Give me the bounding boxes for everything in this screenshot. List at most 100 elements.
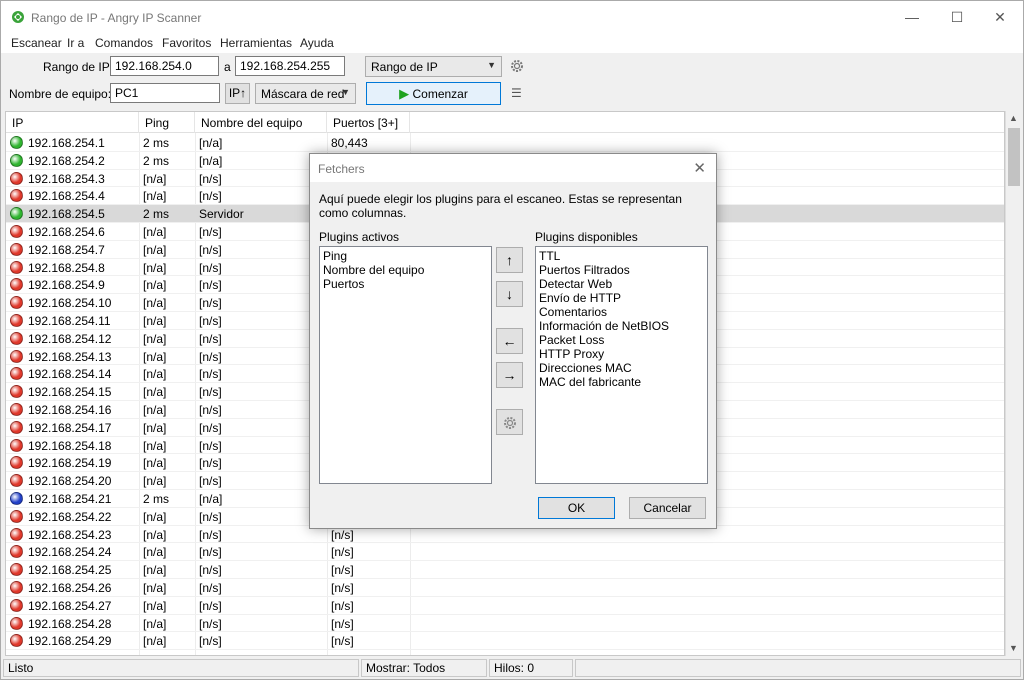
move-down-button[interactable]: ↓ — [496, 281, 523, 307]
hostname-cell: [n/a] — [199, 491, 223, 506]
host-status-icon — [10, 207, 23, 221]
menu-herramientas[interactable]: Herramientas — [220, 36, 292, 50]
ping-cell: [n/a] — [143, 367, 167, 382]
ping-cell: [n/a] — [143, 563, 167, 578]
gear-icon[interactable] — [509, 58, 525, 74]
list-item[interactable]: HTTP Proxy — [539, 347, 704, 361]
menu-escanear[interactable]: Escanear — [11, 36, 62, 50]
hostname-cell: [n/s] — [199, 278, 222, 293]
menu-ir-a[interactable]: Ir a — [67, 36, 84, 50]
plugin-settings-button[interactable] — [496, 409, 523, 435]
close-icon[interactable]: ✕ — [693, 159, 706, 177]
table-row[interactable]: 192.168.254.27 [n/a] [n/s] [n/s] — [6, 597, 1004, 615]
host-status-icon — [10, 474, 23, 488]
hostname-cell: [n/s] — [199, 509, 222, 524]
host-status-icon — [10, 527, 23, 541]
ping-cell: [n/a] — [143, 278, 167, 293]
maximize-button[interactable]: ☐ — [934, 1, 980, 33]
ping-cell: [n/a] — [143, 420, 167, 435]
app-logo-icon — [12, 11, 24, 23]
list-item[interactable]: MAC del fabricante — [539, 375, 704, 389]
ping-cell: [n/a] — [143, 456, 167, 471]
host-status-icon — [10, 189, 23, 203]
column-header-ports[interactable]: Puertos [3+] — [327, 112, 410, 133]
active-plugins-list[interactable]: Ping Nombre del equipo Puertos — [319, 246, 492, 484]
hostname-cell: [n/s] — [199, 420, 222, 435]
column-header-ip[interactable]: IP — [6, 112, 139, 133]
range-to-label: a — [224, 60, 231, 74]
cancel-button[interactable]: Cancelar — [629, 497, 706, 519]
menu-ayuda[interactable]: Ayuda — [300, 36, 334, 50]
start-scan-button[interactable]: ▶ Comenzar — [366, 82, 501, 105]
host-status-icon — [10, 438, 23, 452]
column-header-hostname[interactable]: Nombre del equipo — [195, 112, 327, 133]
active-plugins-label: Plugins activos — [319, 230, 400, 244]
status-bar: Listo Mostrar: Todos Hilos: 0 — [1, 657, 1023, 679]
close-button[interactable]: ✕ — [977, 1, 1023, 33]
list-item[interactable]: Detectar Web — [539, 277, 704, 291]
ip-cell: 192.168.254.24 — [28, 545, 112, 560]
ip-cell: 192.168.254.29 — [28, 634, 112, 649]
hostname-input[interactable]: PC1 — [110, 83, 220, 103]
list-item[interactable]: Puertos — [323, 277, 488, 291]
ping-cell: [n/a] — [143, 402, 167, 417]
list-item[interactable]: Direcciones MAC — [539, 361, 704, 375]
table-row[interactable]: 192.168.254.24 [n/a] [n/s] [n/s] — [6, 543, 1004, 562]
host-status-icon — [10, 563, 23, 577]
list-item[interactable]: Ping — [323, 249, 488, 263]
ip-cell: 192.168.254.4 — [28, 189, 105, 204]
ports-cell: [n/s] — [331, 580, 354, 595]
hostname-cell: [n/s] — [199, 313, 222, 328]
host-status-icon — [10, 242, 23, 256]
menu-comandos[interactable]: Comandos — [95, 36, 153, 50]
list-item[interactable]: Puertos Filtrados — [539, 263, 704, 277]
play-icon: ▶ — [399, 86, 410, 101]
scroll-down-icon[interactable]: ▼ — [1009, 643, 1018, 653]
list-item[interactable]: TTL — [539, 249, 704, 263]
ip-up-button[interactable]: IP↑ — [225, 83, 250, 104]
host-status-icon — [10, 634, 23, 648]
vertical-scrollbar[interactable]: ▲ ▼ — [1005, 111, 1021, 656]
list-item[interactable]: Nombre del equipo — [323, 263, 488, 277]
list-item[interactable]: Envío de HTTP — [539, 291, 704, 305]
host-status-icon — [10, 385, 23, 399]
scrollbar-thumb[interactable] — [1008, 128, 1020, 186]
minimize-button[interactable]: — — [889, 1, 935, 33]
columns-list-icon[interactable]: ☰ — [511, 86, 522, 100]
remove-plugin-button[interactable]: → — [496, 362, 523, 388]
ip-from-input[interactable]: 192.168.254.0 — [110, 56, 219, 76]
move-up-button[interactable]: ↑ — [496, 247, 523, 273]
menu-favoritos[interactable]: Favoritos — [162, 36, 211, 50]
table-row[interactable]: 192.168.254.26 [n/a] [n/s] [n/s] — [6, 579, 1004, 597]
host-status-icon — [10, 331, 23, 345]
hostname-cell: [n/s] — [199, 438, 222, 453]
ping-cell: [n/a] — [143, 189, 167, 204]
feeder-select[interactable]: Rango de IP ▼ — [365, 56, 502, 77]
list-item[interactable]: Información de NetBIOS — [539, 319, 704, 333]
table-row[interactable]: 192.168.254.1 2 ms [n/a] 80,443 — [6, 134, 1004, 152]
host-status-icon — [10, 136, 23, 149]
scroll-up-icon[interactable]: ▲ — [1009, 113, 1018, 123]
netmask-select[interactable]: Máscara de red ▼ — [255, 83, 356, 104]
fetchers-dialog: Fetchers ✕ Aquí puede elegir los plugins… — [309, 153, 717, 529]
ping-cell: [n/a] — [143, 474, 167, 489]
list-item[interactable]: Comentarios — [539, 305, 704, 319]
ports-cell: [n/s] — [331, 616, 354, 631]
hostname-cell: [n/s] — [199, 171, 222, 186]
list-item[interactable]: Packet Loss — [539, 333, 704, 347]
hostname-cell: [n/s] — [199, 402, 222, 417]
ping-cell: [n/a] — [143, 331, 167, 346]
add-plugin-button[interactable]: ← — [496, 328, 523, 354]
column-header-ping[interactable]: Ping — [139, 112, 195, 133]
ok-button[interactable]: OK — [538, 497, 615, 519]
hostname-cell: [n/s] — [199, 224, 222, 239]
ip-cell: 192.168.254.8 — [28, 260, 105, 275]
table-row[interactable]: 192.168.254.25 [n/a] [n/s] [n/s] — [6, 561, 1004, 579]
ping-cell: [n/a] — [143, 438, 167, 453]
ip-to-input[interactable]: 192.168.254.255 — [235, 56, 345, 76]
available-plugins-list[interactable]: TTL Puertos Filtrados Detectar Web Envío… — [535, 246, 708, 484]
table-row[interactable]: 192.168.254.29 [n/a] [n/s] [n/s] — [6, 632, 1004, 651]
display-filter[interactable]: Mostrar: Todos — [361, 659, 487, 677]
table-row[interactable]: 192.168.254.28 [n/a] [n/s] [n/s] — [6, 615, 1004, 633]
ip-cell: 192.168.254.13 — [28, 349, 112, 364]
